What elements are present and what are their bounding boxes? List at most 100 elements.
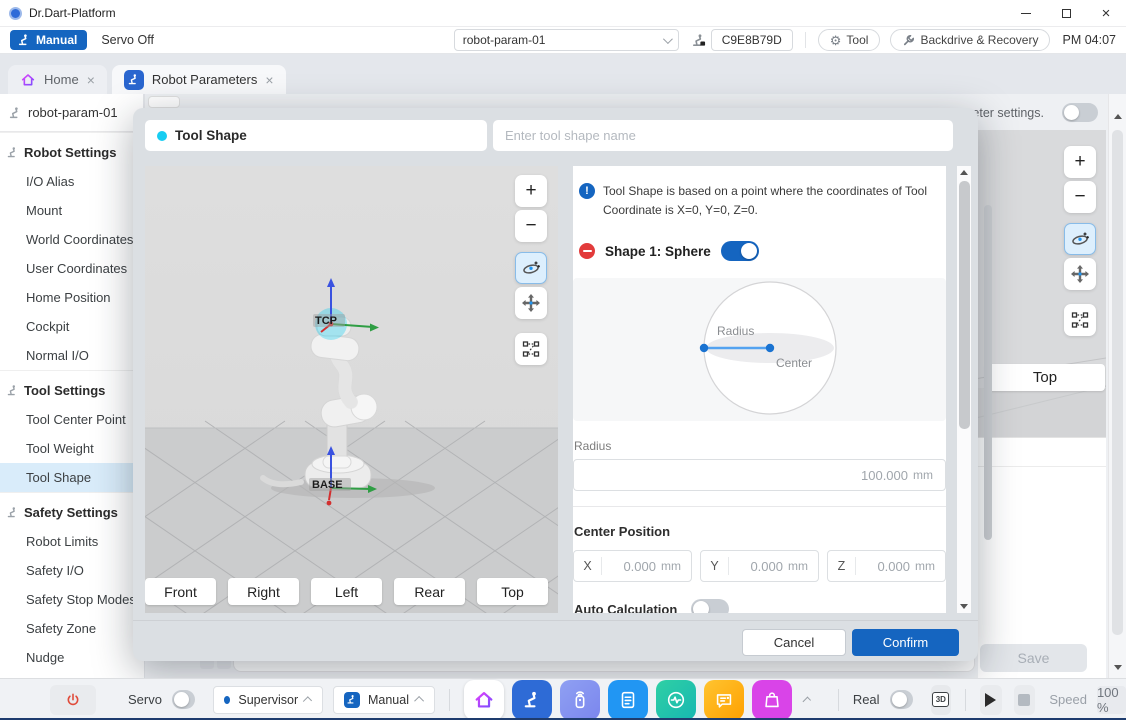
- view-right-button[interactable]: Right: [228, 578, 299, 605]
- menu-head-robot-settings: Robot Settings: [0, 137, 144, 167]
- sidebar-item-tool-shape[interactable]: Tool Shape: [0, 463, 144, 492]
- radius-input[interactable]: 100.000 mm: [573, 459, 946, 491]
- tab-robot-parameters-close-icon[interactable]: ×: [265, 73, 273, 87]
- manual-mode-label: Manual: [36, 33, 77, 47]
- shape-settings-panel: ! Tool Shape is based on a point where t…: [573, 166, 946, 613]
- pan-button[interactable]: [515, 287, 547, 319]
- panel-scrollbar[interactable]: [957, 166, 971, 613]
- monitoring-app-icon[interactable]: [656, 680, 696, 720]
- center-z-input[interactable]: Z 0.000 mm: [827, 550, 946, 582]
- measure-button[interactable]: [1064, 304, 1096, 336]
- minimize-button[interactable]: [1006, 0, 1046, 27]
- confirm-button[interactable]: Confirm: [852, 629, 959, 656]
- robot-3d-viewport[interactable]: TCP BASE + −: [145, 166, 558, 613]
- zoom-out-button[interactable]: −: [515, 210, 547, 242]
- sidebar-item-home-position[interactable]: Home Position: [0, 283, 144, 312]
- play-icon: [985, 693, 996, 707]
- scroll-down-icon[interactable]: [960, 604, 968, 609]
- pan-button[interactable]: [1064, 258, 1096, 290]
- sidebar-item-nudge[interactable]: Nudge: [0, 643, 144, 672]
- app-dock: [464, 680, 792, 720]
- sidebar-item-tool-center-point[interactable]: Tool Center Point: [0, 405, 144, 434]
- orbit-rotate-button[interactable]: [515, 252, 547, 284]
- robot-parameters-app-icon[interactable]: [512, 680, 552, 720]
- home-app-icon[interactable]: [464, 680, 504, 720]
- toggle-knob: [693, 601, 709, 613]
- message-app-icon[interactable]: [704, 680, 744, 720]
- robot-param-dropdown-value: robot-param-01: [463, 33, 546, 47]
- background-scrollbar-thumb[interactable]: [984, 205, 992, 540]
- remote-control-app-icon[interactable]: [560, 680, 600, 720]
- zoom-out-button[interactable]: −: [1064, 181, 1096, 213]
- sidebar-item-world-coordinates[interactable]: World Coordinates: [0, 225, 144, 254]
- speed-value[interactable]: 100 %: [1097, 686, 1126, 714]
- menu-section-safety-settings: Safety Settings Robot Limits Safety I/O …: [0, 492, 144, 672]
- orbit-rotate-button[interactable]: [1064, 223, 1096, 255]
- sidebar-item-safety-io[interactable]: Safety I/O: [0, 556, 144, 585]
- tab-home-close-icon[interactable]: ×: [87, 73, 95, 87]
- view-3d-button[interactable]: 3D: [931, 685, 952, 715]
- cancel-button[interactable]: Cancel: [742, 629, 846, 656]
- role-dropdown[interactable]: Supervisor: [213, 686, 323, 714]
- backdrive-recovery-button[interactable]: Backdrive & Recovery: [890, 29, 1050, 51]
- device-id-badge[interactable]: C9E8B79D: [711, 29, 793, 51]
- divider: [805, 32, 806, 48]
- center-position-fields: X 0.000 mm Y 0.000 mm Z 0.000 mm: [573, 550, 946, 582]
- shape-enable-toggle[interactable]: [721, 241, 759, 261]
- manual-mode-button[interactable]: Manual: [10, 30, 87, 50]
- view-rear-button[interactable]: Rear: [394, 578, 465, 605]
- tab-bar: Home × Robot Parameters ×: [0, 54, 1126, 94]
- view-top-button[interactable]: Top: [477, 578, 548, 605]
- main-content: robot-param-01 Robot Settings I/O Alias …: [0, 94, 1126, 678]
- sidebar-item-io-alias[interactable]: I/O Alias: [0, 167, 144, 196]
- sidebar-item-cockpit[interactable]: Cockpit: [0, 312, 144, 341]
- sidebar-item-user-coordinates[interactable]: User Coordinates: [0, 254, 144, 283]
- play-button[interactable]: [980, 685, 1002, 715]
- scroll-up-icon[interactable]: [1114, 114, 1122, 119]
- sidebar-item-mount[interactable]: Mount: [0, 196, 144, 225]
- sidebar-item-robot-limits[interactable]: Robot Limits: [0, 527, 144, 556]
- save-button[interactable]: Save: [980, 644, 1087, 672]
- tool-shape-dialog: Tool Shape: [133, 108, 978, 661]
- tab-robot-parameters[interactable]: Robot Parameters ×: [112, 65, 286, 94]
- panel-scrollbar-thumb[interactable]: [959, 181, 970, 429]
- center-x-input[interactable]: X 0.000 mm: [573, 550, 692, 582]
- view-front-button[interactable]: Front: [145, 578, 216, 605]
- top-toolbar: Manual Servo Off robot-param-01 C9E8B79D…: [0, 27, 1126, 54]
- sidebar-item-safety-zone[interactable]: Safety Zone: [0, 614, 144, 643]
- real-mode-toggle[interactable]: [890, 690, 913, 709]
- measure-button[interactable]: [515, 333, 547, 365]
- zoom-in-button[interactable]: +: [515, 175, 547, 207]
- servo-toggle[interactable]: [172, 690, 195, 709]
- sidebar-item-normal-io[interactable]: Normal I/O: [0, 341, 144, 370]
- robot-param-dropdown[interactable]: robot-param-01: [454, 29, 679, 51]
- power-button[interactable]: [50, 685, 96, 715]
- tcp-label: TCP: [315, 315, 337, 327]
- auto-calculation-toggle[interactable]: [691, 599, 729, 613]
- tab-home[interactable]: Home ×: [8, 65, 107, 94]
- tool-shape-name-input[interactable]: [493, 120, 953, 151]
- maximize-button[interactable]: [1046, 0, 1086, 27]
- scroll-down-icon[interactable]: [1114, 665, 1122, 670]
- zoom-in-button[interactable]: +: [1064, 146, 1096, 178]
- real-label: Real: [853, 692, 880, 707]
- stop-button[interactable]: [1014, 685, 1036, 715]
- mode-dropdown[interactable]: Manual: [333, 686, 435, 714]
- view-left-button[interactable]: Left: [311, 578, 382, 605]
- store-app-icon[interactable]: [752, 680, 792, 720]
- window-scrollbar-thumb[interactable]: [1112, 130, 1123, 635]
- sidebar-item-tool-weight[interactable]: Tool Weight: [0, 434, 144, 463]
- close-button[interactable]: ×: [1086, 0, 1126, 27]
- settings-lock-toggle[interactable]: [1062, 103, 1098, 122]
- tool-button[interactable]: ⚙ Tool: [818, 29, 881, 51]
- remove-shape-icon[interactable]: [579, 243, 595, 259]
- sidebar-param-header[interactable]: robot-param-01: [0, 94, 144, 132]
- scroll-up-icon[interactable]: [960, 170, 968, 175]
- background-top-view-button[interactable]: Top: [985, 364, 1105, 391]
- center-y-input[interactable]: Y 0.000 mm: [700, 550, 819, 582]
- sidebar-item-safety-stop-modes[interactable]: Safety Stop Modes: [0, 585, 144, 614]
- window-scrollbar[interactable]: [1108, 94, 1126, 678]
- dock-expand-icon[interactable]: [802, 697, 810, 705]
- sidebar-collapse-chip[interactable]: [148, 96, 180, 108]
- task-writer-app-icon[interactable]: [608, 680, 648, 720]
